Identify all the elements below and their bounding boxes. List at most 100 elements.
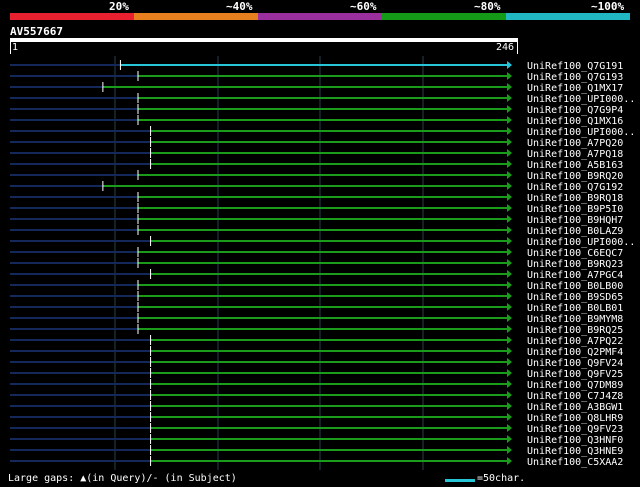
scale-label: =50char. xyxy=(477,473,526,484)
hit-label[interactable]: UniRef100_B9RQ18 xyxy=(527,193,623,204)
hit-label[interactable]: UniRef100_Q7G192 xyxy=(527,182,623,193)
hit-label[interactable]: UniRef100_B9P5I0 xyxy=(527,204,623,215)
hit-row[interactable]: UniRef100_Q7DM89 xyxy=(10,379,623,391)
hit-row[interactable]: UniRef100_B9MYM8 xyxy=(10,313,623,325)
hit-row[interactable]: UniRef100_A7PQ18 xyxy=(10,148,623,160)
hit-end-arrow xyxy=(507,61,512,69)
hit-row[interactable]: UniRef100_B9RQ23 xyxy=(10,258,623,270)
hit-label[interactable]: UniRef100_B9RQ20 xyxy=(527,171,623,182)
hit-label[interactable]: UniRef100_Q7G193 xyxy=(527,72,623,83)
legend-label: ~100% xyxy=(591,0,625,13)
hit-row[interactable]: UniRef100_A3BGW1 xyxy=(10,401,623,413)
hit-label[interactable]: UniRef100_UPI000.. xyxy=(527,127,635,138)
hit-label[interactable]: UniRef100_B9RQ23 xyxy=(527,259,623,270)
hit-row[interactable]: UniRef100_Q9FV25 xyxy=(10,368,623,380)
hit-row[interactable]: UniRef100_Q9FV23 xyxy=(10,423,623,435)
hit-end-arrow xyxy=(507,292,512,300)
hit-end-arrow xyxy=(507,336,512,344)
large-gaps-note: Large gaps: ▲(in Query)/- (in Subject) xyxy=(8,473,237,484)
hit-row[interactable]: UniRef100_B9HQH7 xyxy=(10,214,623,226)
hit-end-arrow xyxy=(507,413,512,421)
hit-label[interactable]: UniRef100_Q1MX16 xyxy=(527,116,623,127)
ruler-start-tick xyxy=(10,42,11,54)
hit-row[interactable]: UniRef100_Q2PMF4 xyxy=(10,346,623,358)
hit-end-arrow xyxy=(507,391,512,399)
hit-end-arrow xyxy=(507,237,512,245)
hit-label[interactable]: UniRef100_B9RQ25 xyxy=(527,325,623,336)
hit-row[interactable]: UniRef100_B0LB00 xyxy=(10,280,623,292)
query-id: AV557667 xyxy=(10,25,63,38)
hit-row[interactable]: UniRef100_B0LB01 xyxy=(10,302,623,314)
hit-label[interactable]: UniRef100_Q3HNE9 xyxy=(527,446,623,457)
hit-label[interactable]: UniRef100_Q7G9P4 xyxy=(527,105,623,116)
hit-end-arrow xyxy=(507,270,512,278)
hit-row[interactable]: UniRef100_UPI000.. xyxy=(10,126,635,138)
hit-label[interactable]: UniRef100_UPI000.. xyxy=(527,237,635,248)
hit-row[interactable]: UniRef100_Q3HNE9 xyxy=(10,445,623,457)
hit-end-arrow xyxy=(507,281,512,289)
hit-row[interactable]: UniRef100_A7PQ20 xyxy=(10,137,623,149)
hit-label[interactable]: UniRef100_B9MYM8 xyxy=(527,314,623,325)
hit-row[interactable]: UniRef100_B9RQ18 xyxy=(10,192,623,204)
hit-label[interactable]: UniRef100_B0LB01 xyxy=(527,303,623,314)
hit-label[interactable]: UniRef100_B0LAZ9 xyxy=(527,226,623,237)
hit-row[interactable]: UniRef100_Q1MX17 xyxy=(10,82,623,94)
hit-label[interactable]: UniRef100_A3BGW1 xyxy=(527,402,623,413)
hit-label[interactable]: UniRef100_C5XAA2 xyxy=(527,457,623,468)
legend-bar xyxy=(258,13,382,20)
hit-row[interactable]: UniRef100_C6EQC7 xyxy=(10,247,623,259)
hit-label[interactable]: UniRef100_B9SD65 xyxy=(527,292,623,303)
hit-label[interactable]: UniRef100_Q8LHR9 xyxy=(527,413,623,424)
hit-row[interactable]: UniRef100_A5B163 xyxy=(10,159,623,171)
hit-label[interactable]: UniRef100_A7PQ20 xyxy=(527,138,623,149)
hit-row[interactable]: UniRef100_B9RQ25 xyxy=(10,324,623,336)
hit-row[interactable]: UniRef100_Q1MX16 xyxy=(10,115,623,127)
hit-label[interactable]: UniRef100_B0LB00 xyxy=(527,281,623,292)
hit-row[interactable]: UniRef100_Q7G193 xyxy=(10,71,623,83)
hit-end-arrow xyxy=(507,259,512,267)
hit-end-arrow xyxy=(507,325,512,333)
hit-row[interactable]: UniRef100_Q7G9P4 xyxy=(10,104,623,116)
hit-label[interactable]: UniRef100_A7PQ18 xyxy=(527,149,623,160)
hit-row[interactable]: UniRef100_B9RQ20 xyxy=(10,170,623,182)
hit-label[interactable]: UniRef100_Q3HNF0 xyxy=(527,435,623,446)
hit-row[interactable]: UniRef100_B9P5I0 xyxy=(10,203,623,215)
hit-label[interactable]: UniRef100_Q7DM89 xyxy=(527,380,623,391)
hit-end-arrow xyxy=(507,149,512,157)
hit-label[interactable]: UniRef100_Q7G191 xyxy=(527,61,623,72)
hit-end-arrow xyxy=(507,424,512,432)
hit-end-arrow xyxy=(507,204,512,212)
hit-end-arrow xyxy=(507,193,512,201)
hit-label[interactable]: UniRef100_Q9FV23 xyxy=(527,424,623,435)
hit-row[interactable]: UniRef100_B0LAZ9 xyxy=(10,225,623,237)
hit-row[interactable]: UniRef100_Q9FV24 xyxy=(10,357,623,369)
hit-label[interactable]: UniRef100_B9HQH7 xyxy=(527,215,623,226)
hit-end-arrow xyxy=(507,380,512,388)
hit-row[interactable]: UniRef100_Q7G192 xyxy=(10,181,623,193)
hit-label[interactable]: UniRef100_C6EQC7 xyxy=(527,248,623,259)
hit-row[interactable]: UniRef100_Q7G191 xyxy=(10,60,623,72)
hit-row[interactable]: UniRef100_UPI000.. xyxy=(10,236,635,248)
hit-row[interactable]: UniRef100_C5XAA2 xyxy=(10,456,623,468)
hit-label[interactable]: UniRef100_A7PQ22 xyxy=(527,336,623,347)
hit-end-arrow xyxy=(507,83,512,91)
hit-label[interactable]: UniRef100_A5B163 xyxy=(527,160,623,171)
hit-end-arrow xyxy=(507,435,512,443)
hit-label[interactable]: UniRef100_Q1MX17 xyxy=(527,83,623,94)
hit-row[interactable]: UniRef100_Q8LHR9 xyxy=(10,412,623,424)
hit-label[interactable]: UniRef100_UPI000.. xyxy=(527,94,635,105)
hit-label[interactable]: UniRef100_A7PGC4 xyxy=(527,270,623,281)
hit-label[interactable]: UniRef100_Q2PMF4 xyxy=(527,347,623,358)
hit-row[interactable]: UniRef100_Q3HNF0 xyxy=(10,434,623,446)
hit-label[interactable]: UniRef100_C7J4Z8 xyxy=(527,391,623,402)
hit-row[interactable]: UniRef100_C7J4Z8 xyxy=(10,390,623,402)
hit-row[interactable]: UniRef100_B9SD65 xyxy=(10,291,623,303)
hit-label[interactable]: UniRef100_Q9FV25 xyxy=(527,369,623,380)
hit-row[interactable]: UniRef100_A7PQ22 xyxy=(10,335,623,347)
ruler-end-tick xyxy=(517,42,518,54)
hit-label[interactable]: UniRef100_Q9FV24 xyxy=(527,358,623,369)
hit-row[interactable]: UniRef100_UPI000.. xyxy=(10,93,635,105)
hit-row[interactable]: UniRef100_A7PGC4 xyxy=(10,269,623,281)
hit-end-arrow xyxy=(507,446,512,454)
hit-end-arrow xyxy=(507,347,512,355)
